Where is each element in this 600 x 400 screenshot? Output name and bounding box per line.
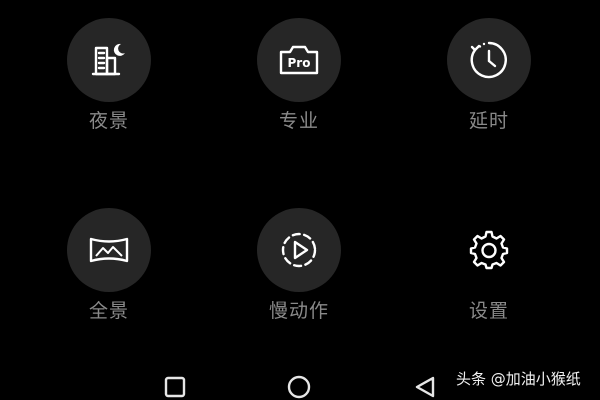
timelapse-clock-icon: [467, 38, 511, 82]
mode-timelapse[interactable]: 延时: [429, 18, 549, 138]
slow-motion-play-icon: [277, 228, 321, 272]
nav-back-button[interactable]: [410, 376, 440, 400]
home-circle-icon: [286, 374, 312, 400]
back-triangle-icon: [413, 375, 437, 400]
mode-pro-circle: Pro: [257, 18, 341, 102]
mode-panorama-label: 全景: [88, 300, 129, 322]
mode-pro-label: 专业: [278, 110, 319, 132]
mode-timelapse-circle: [447, 18, 531, 102]
mode-settings-label: 设置: [468, 300, 509, 322]
nav-home-button[interactable]: [284, 374, 314, 400]
nav-recent-button[interactable]: [160, 376, 190, 400]
pro-icon-text: Pro: [288, 56, 311, 70]
mode-night[interactable]: 夜景: [49, 18, 169, 138]
mode-timelapse-label: 延时: [468, 110, 509, 132]
watermark-text: 头条 @加油小猴纸: [456, 370, 581, 388]
mode-settings[interactable]: 设置: [429, 208, 549, 328]
mode-slow-motion-circle: [257, 208, 341, 292]
pro-camera-icon: Pro: [275, 38, 323, 82]
mode-panorama-circle: [67, 208, 151, 292]
mode-slow-motion-label: 慢动作: [268, 300, 329, 322]
mode-settings-circle: [447, 208, 531, 292]
mode-panorama[interactable]: 全景: [49, 208, 169, 328]
mode-pro[interactable]: Pro 专业: [239, 18, 359, 138]
panorama-icon: [85, 228, 133, 272]
mode-night-circle: [67, 18, 151, 102]
night-building-moon-icon: [87, 38, 131, 82]
recent-apps-square-icon: [163, 375, 187, 400]
camera-more-modes-screen: 夜景 Pro 专业 延时 全景 慢动作 设置 头条 @加油小猴纸: [0, 0, 600, 400]
mode-night-label: 夜景: [88, 110, 129, 132]
gear-icon: [467, 228, 511, 272]
mode-slow-motion[interactable]: 慢动作: [239, 208, 359, 328]
